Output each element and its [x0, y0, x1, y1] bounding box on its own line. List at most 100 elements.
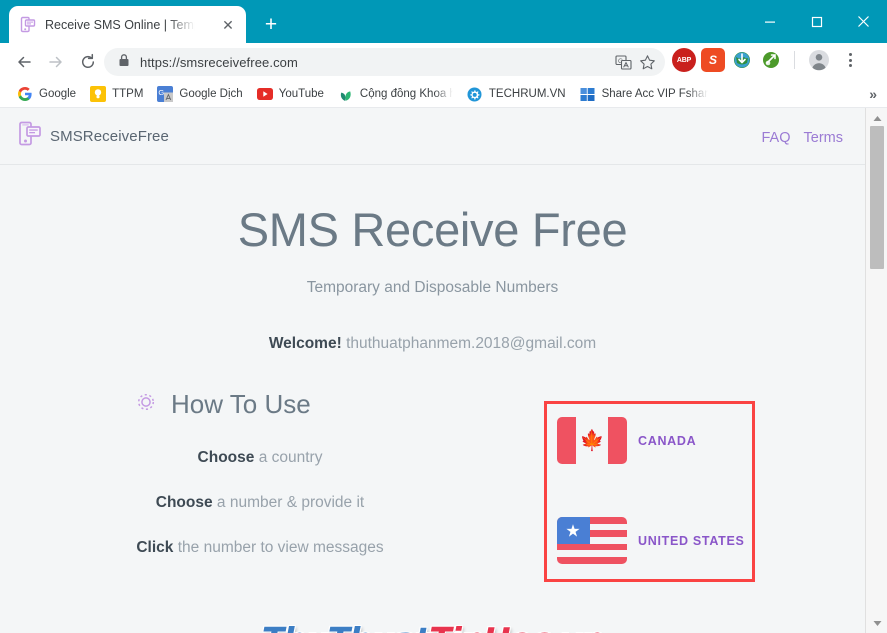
step-keyword: Choose — [197, 449, 255, 466]
page-subtitle: Temporary and Disposable Numbers — [306, 279, 559, 296]
scroll-up-arrow-icon[interactable] — [866, 110, 887, 126]
flag-band-left — [557, 417, 576, 464]
bookmark-ttpm[interactable]: TTPM — [83, 83, 150, 105]
bookmark-share-acc-vip-fshare[interactable]: Share Acc VIP Fshare — [573, 83, 715, 105]
page-content: SMS Receive Free Temporary and Disposabl… — [0, 165, 865, 633]
howto-and-countries: How To Use Choose a country Choose a num… — [0, 389, 865, 589]
window-controls — [746, 0, 887, 43]
star-icon: ★ — [565, 521, 581, 540]
bookmark-techrum[interactable]: TECHRUM.VN — [460, 83, 573, 105]
welcome-email: thuthuatphanmem.2018@gmail.com — [346, 335, 597, 352]
google-translate-icon: G — [157, 86, 174, 102]
step-text: a country — [254, 449, 323, 466]
step-text: a number & provide it — [212, 494, 365, 511]
country-list: 🍁 CANADA ★ UNITED STATES — [547, 404, 752, 579]
welcome-message: Welcome! thuthuatphanmem.2018@gmail.com — [0, 335, 865, 353]
close-icon[interactable]: ✕ — [220, 17, 236, 33]
browser-window: Receive SMS Online | Temporary S ✕ + — [0, 0, 887, 633]
toolbar-divider — [794, 51, 795, 69]
menu-dot — [848, 58, 852, 62]
list-item: Click the number to view messages — [0, 539, 520, 557]
flag-united-states: ★ — [557, 517, 627, 564]
back-arrow-icon[interactable] — [8, 46, 40, 78]
watermark-part-two: TinHoc.vn — [429, 620, 604, 633]
sms-phone-icon — [19, 16, 36, 33]
title-bar: Receive SMS Online | Temporary S ✕ + — [0, 0, 887, 43]
sogou-label: S — [708, 53, 717, 67]
watermark: ThuThuatTinHoc.vn — [0, 620, 865, 633]
flag-band-right — [608, 417, 627, 464]
bookmark-label: TTPM — [112, 88, 144, 100]
translate-icon[interactable]: G — [611, 50, 635, 74]
country-label: UNITED STATES — [638, 533, 745, 548]
bookmarks-overflow-button[interactable]: » — [869, 86, 877, 102]
country-canada[interactable]: 🍁 CANADA — [557, 417, 696, 464]
bookmark-label: TECHRUM.VN — [488, 88, 566, 100]
site-brand-name: SMSReceiveFree — [50, 127, 169, 145]
bookmark-label: YouTube — [278, 88, 324, 100]
page-viewport: SMSReceiveFree FAQ Terms SMS Receive Fre… — [0, 108, 887, 633]
star-icon[interactable] — [635, 50, 659, 74]
browser-toolbar: https://smsreceivefree.com G ABP S — [0, 43, 887, 81]
lock-icon — [118, 53, 130, 72]
flag-stripe — [557, 543, 627, 551]
address-bar[interactable]: https://smsreceivefree.com G — [104, 48, 665, 76]
extension-icons: ABP S — [672, 47, 863, 73]
browser-tab[interactable]: Receive SMS Online | Temporary S ✕ — [9, 6, 246, 43]
bookmark-label: Cộng đồng Khoa học — [359, 88, 453, 100]
scroll-down-arrow-icon[interactable] — [866, 615, 887, 631]
close-icon[interactable] — [840, 0, 887, 43]
welcome-label: Welcome! — [268, 335, 342, 352]
adblock-plus-label: ABP — [676, 56, 692, 64]
bookmark-label: Google — [39, 88, 77, 100]
nav-link-faq[interactable]: FAQ — [762, 130, 791, 146]
internet-download-manager-extension[interactable] — [730, 48, 754, 72]
scrollbar-thumb[interactable] — [870, 126, 884, 269]
howto-title: How To Use — [171, 389, 311, 419]
youtube-icon — [256, 86, 273, 102]
bookmark-label: Google Dịch — [179, 88, 243, 100]
lightbulb-icon — [90, 86, 107, 102]
step-keyword: Choose — [155, 494, 213, 511]
page-scrollbar[interactable] — [865, 108, 887, 633]
sms-phone-icon — [18, 121, 41, 151]
idm-grabber-extension[interactable] — [759, 48, 783, 72]
bookmark-youtube[interactable]: YouTube — [250, 83, 331, 105]
three-dot-menu-icon[interactable] — [837, 47, 863, 73]
avatar-icon[interactable] — [806, 47, 832, 73]
rectangle-highlight-annotation: 🍁 CANADA ★ UNITED STATES — [544, 401, 755, 582]
country-united-states[interactable]: ★ UNITED STATES — [557, 517, 745, 564]
maximize-icon[interactable] — [793, 0, 840, 43]
country-label: CANADA — [638, 433, 697, 448]
google-g-icon — [17, 86, 33, 102]
new-tab-button[interactable]: + — [258, 13, 284, 39]
bookmark-google[interactable]: Google — [10, 83, 83, 105]
address-bar-actions: G — [611, 50, 659, 74]
flag-canada: 🍁 — [557, 417, 627, 464]
page-title: SMS Receive Free — [237, 203, 628, 256]
forward-arrow-icon[interactable] — [40, 46, 72, 78]
menu-dot — [848, 64, 852, 67]
bookmark-label: Share Acc VIP Fshare — [601, 88, 708, 100]
bookmark-google-dich[interactable]: G Google Dịch — [150, 83, 249, 105]
gear-icon — [467, 86, 483, 102]
minimize-icon[interactable] — [746, 0, 793, 43]
site-brand[interactable]: SMSReceiveFree — [18, 121, 169, 151]
step-keyword: Click — [136, 539, 174, 556]
windows-icon — [580, 86, 596, 102]
site-nav: FAQ Terms — [762, 130, 844, 146]
adblock-plus-extension[interactable]: ABP — [672, 48, 696, 72]
site-header: SMSReceiveFree FAQ Terms — [0, 108, 865, 165]
flag-stripe — [557, 557, 627, 564]
sogou-extension[interactable]: S — [701, 48, 725, 72]
bookmarks-bar: Google TTPM G Google Dịch YouTube Cộng đ… — [0, 81, 887, 108]
menu-dot — [848, 53, 852, 56]
url-text: https://smsreceivefree.com — [140, 54, 298, 70]
list-item: Choose a country — [0, 449, 520, 467]
bookmark-cong-dong-khoa-hoc[interactable]: Cộng đồng Khoa học — [331, 83, 460, 105]
reload-icon[interactable] — [72, 46, 104, 78]
nav-link-terms[interactable]: Terms — [804, 130, 843, 146]
svg-text:G: G — [159, 88, 165, 97]
leaf-icon — [338, 86, 354, 102]
step-text: the number to view messages — [173, 539, 384, 556]
